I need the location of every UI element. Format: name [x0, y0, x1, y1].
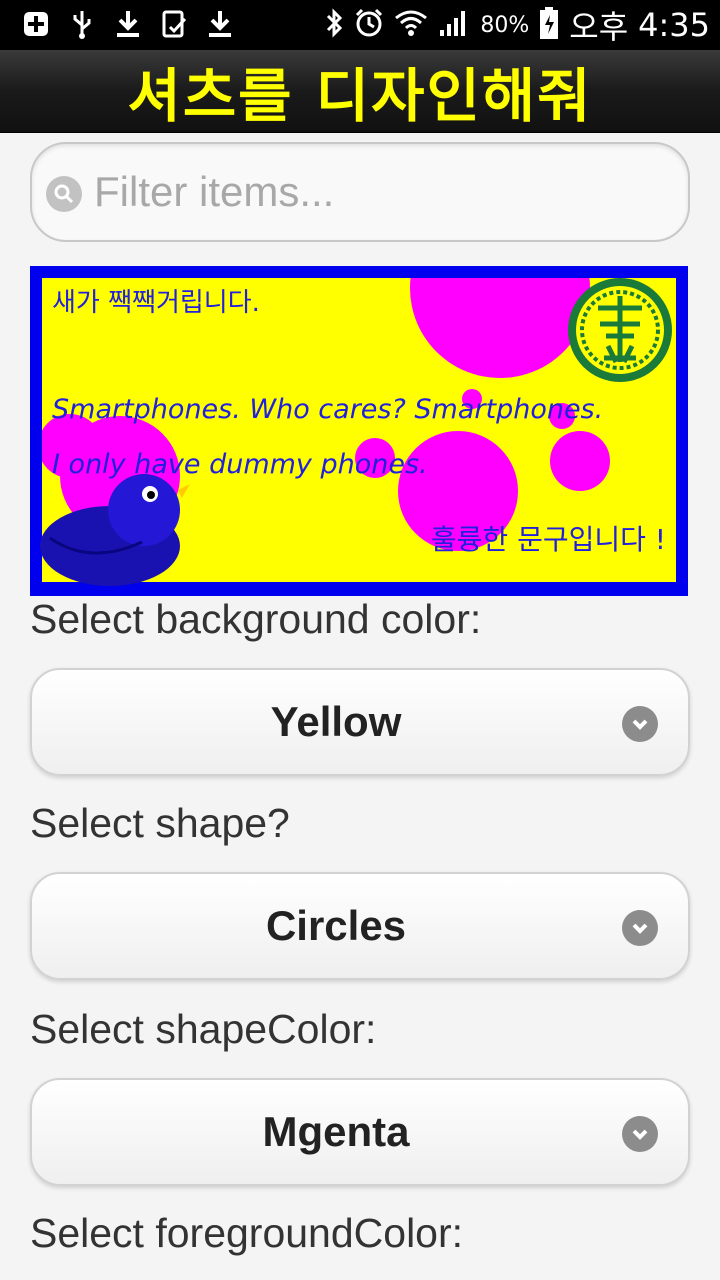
- add-icon: [22, 8, 50, 40]
- shape-label: Select shape?: [30, 800, 290, 846]
- seal-logo: [568, 278, 672, 382]
- shape-color-select[interactable]: Mgenta: [30, 1078, 690, 1186]
- status-time: 4:35: [638, 6, 710, 44]
- background-color-select[interactable]: Yellow: [30, 668, 690, 776]
- bluetooth-icon: [324, 8, 344, 42]
- shape-color-value: Mgenta: [262, 1108, 410, 1155]
- foreground-color-label: Select foregroundColor:: [30, 1210, 464, 1256]
- shirt-preview: 새가 짹짹거립니다. Smartphones. Who cares? Smart…: [30, 266, 688, 596]
- system-icons: 80% 오후 4:35: [324, 4, 710, 46]
- shirt-text-english-1: Smartphones. Who cares? Smartphones.: [52, 394, 603, 425]
- shape-color-label: Select shapeColor:: [30, 1006, 377, 1052]
- main-content: 새가 짹짹거립니다. Smartphones. Who cares? Smart…: [30, 132, 690, 1280]
- shape-circle: [550, 431, 610, 491]
- wifi-icon: [394, 8, 428, 42]
- shape-select[interactable]: Circles: [30, 872, 690, 980]
- shirt-text-korean: 새가 짹짹거립니다.: [52, 288, 260, 318]
- chevron-down-icon: [622, 910, 658, 946]
- battery-percent: 80%: [480, 12, 530, 38]
- chevron-down-icon: [622, 1116, 658, 1152]
- chevron-down-icon: [622, 706, 658, 742]
- app-header: 셔츠를 디자인해줘: [0, 50, 720, 133]
- background-color-value: Yellow: [270, 698, 402, 745]
- shirt-preview-canvas: 새가 짹짹거립니다. Smartphones. Who cares? Smart…: [40, 278, 676, 586]
- page-title: 셔츠를 디자인해줘: [127, 62, 593, 130]
- download-icon: [114, 8, 142, 40]
- alarm-icon: [354, 8, 384, 42]
- shape-value: Circles: [265, 902, 407, 949]
- search-icon: [46, 176, 82, 212]
- shirt-text-footer: 훌륭한 문구입니다 !: [431, 523, 666, 556]
- status-ampm: 오후: [569, 8, 629, 46]
- notification-icons: [22, 8, 234, 40]
- status-bar: 80% 오후 4:35: [0, 0, 720, 50]
- screenshot-icon: [160, 8, 188, 40]
- search-box[interactable]: [30, 142, 690, 242]
- background-color-label: Select background color:: [30, 596, 482, 642]
- shirt-text-english-2: I only have dummy phones.: [52, 449, 428, 480]
- download-icon: [206, 8, 234, 40]
- usb-icon: [68, 8, 96, 40]
- search-input[interactable]: [92, 164, 656, 220]
- battery-icon: [539, 6, 559, 44]
- signal-icon: [438, 8, 470, 42]
